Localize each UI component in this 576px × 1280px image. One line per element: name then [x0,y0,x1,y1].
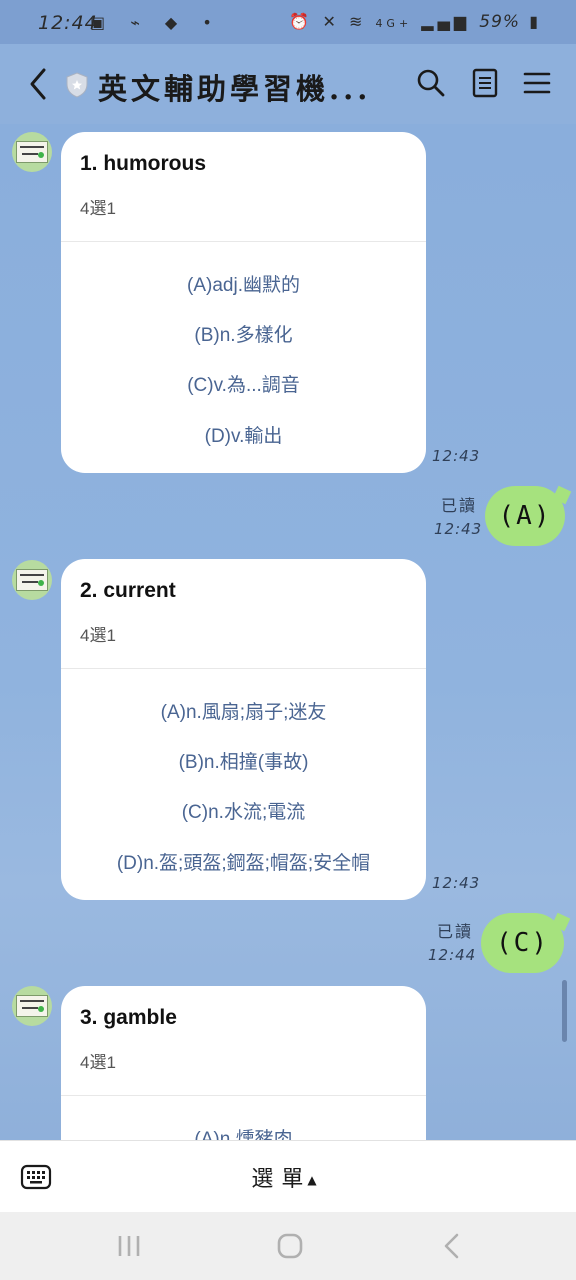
option-button-d[interactable]: (D)v.輸出 [61,421,426,448]
status-right-icons: ⏰ ✕ ≋ 4G+ ▂▄▆ 59% ▮ [289,12,542,32]
back-icon[interactable] [440,1232,464,1260]
chevron-left-icon[interactable] [26,66,50,102]
quiz-word: 3. gamble [80,1006,177,1029]
quiz-word: 2. current [80,579,176,602]
shield-icon [66,72,88,98]
quiz-type: 4選1 [80,199,116,218]
battery-icon: ▮ [529,12,542,31]
notes-icon[interactable] [468,66,502,100]
quiz-card: 2. current 4選1 (A)n.風扇;扇子;迷友 (B)n.相撞(事故)… [61,559,426,900]
chat-message-list[interactable]: 1. humorous 4選1 (A)adj.幽默的 (B)n.多樣化 (C)v… [0,124,576,1140]
option-button-b[interactable]: (B)n.多樣化 [61,320,426,347]
option-button-c[interactable]: (C)n.水流;電流 [61,797,426,824]
battery-level: 59% [479,12,521,32]
bottom-bar: 選單▲ [0,1140,576,1213]
my-reply-bubble[interactable]: (C) [481,913,564,973]
system-navigation-bar [0,1212,576,1280]
status-notification-icons: ▣ ⌁ ◆ • [90,13,222,32]
quiz-type: 4選1 [80,626,116,645]
divider [61,1095,426,1096]
alarm-icon: ⏰ [289,12,314,31]
bot-avatar[interactable] [12,986,52,1026]
quiz-type: 4選1 [80,1053,116,1072]
caret-up-icon: ▲ [307,1173,325,1187]
option-button-a[interactable]: (A)adj.幽默的 [61,270,426,297]
rich-menu-toggle[interactable]: 選單▲ [0,1161,576,1193]
menu-icon[interactable] [520,66,554,100]
message-timestamp: 12:43 [432,874,481,892]
scrollbar-thumb[interactable] [562,980,567,1042]
mute-icon: ✕ [322,12,340,31]
quiz-card: 3. gamble 4選1 (A)n.燻豬肉 [61,986,426,1140]
option-button-a[interactable]: (A)n.燻豬肉 [61,1124,426,1140]
recents-icon[interactable] [116,1234,142,1258]
message-timestamp: 12:43 [434,520,483,538]
my-reply-bubble[interactable]: (A) [485,486,565,546]
option-button-a[interactable]: (A)n.風扇;扇子;迷友 [61,697,426,724]
status-bar: 12:44 ▣ ⌁ ◆ • ⏰ ✕ ≋ 4G+ ▂▄▆ 59% ▮ [0,0,576,44]
wifi-icon: ≋ [348,12,367,31]
bot-avatar[interactable] [12,560,52,600]
signal-icon: ▂▄▆ [421,12,471,31]
read-receipt: 已讀 [437,922,474,941]
divider [61,668,426,669]
quiz-card: 1. humorous 4選1 (A)adj.幽默的 (B)n.多樣化 (C)v… [61,132,426,473]
option-button-c[interactable]: (C)v.為...調音 [61,370,426,397]
message-timestamp: 12:43 [432,447,481,465]
bot-avatar[interactable] [12,132,52,172]
divider [61,241,426,242]
network-type: 4G+ [375,17,413,30]
chat-header: 英文輔助學習機... [0,44,576,124]
quiz-word: 1. humorous [80,152,207,175]
search-icon[interactable] [414,66,448,100]
menu-label: 選單 [251,1167,312,1192]
status-time: 12:44 [38,12,98,34]
message-timestamp: 12:44 [428,946,477,964]
chat-title[interactable]: 英文輔助學習機... [98,66,371,108]
option-button-b[interactable]: (B)n.相撞(事故) [61,747,426,774]
read-receipt: 已讀 [441,496,478,515]
option-button-d[interactable]: (D)n.盔;頭盔;鋼盔;帽盔;安全帽 [61,848,426,875]
home-icon[interactable] [276,1232,304,1260]
